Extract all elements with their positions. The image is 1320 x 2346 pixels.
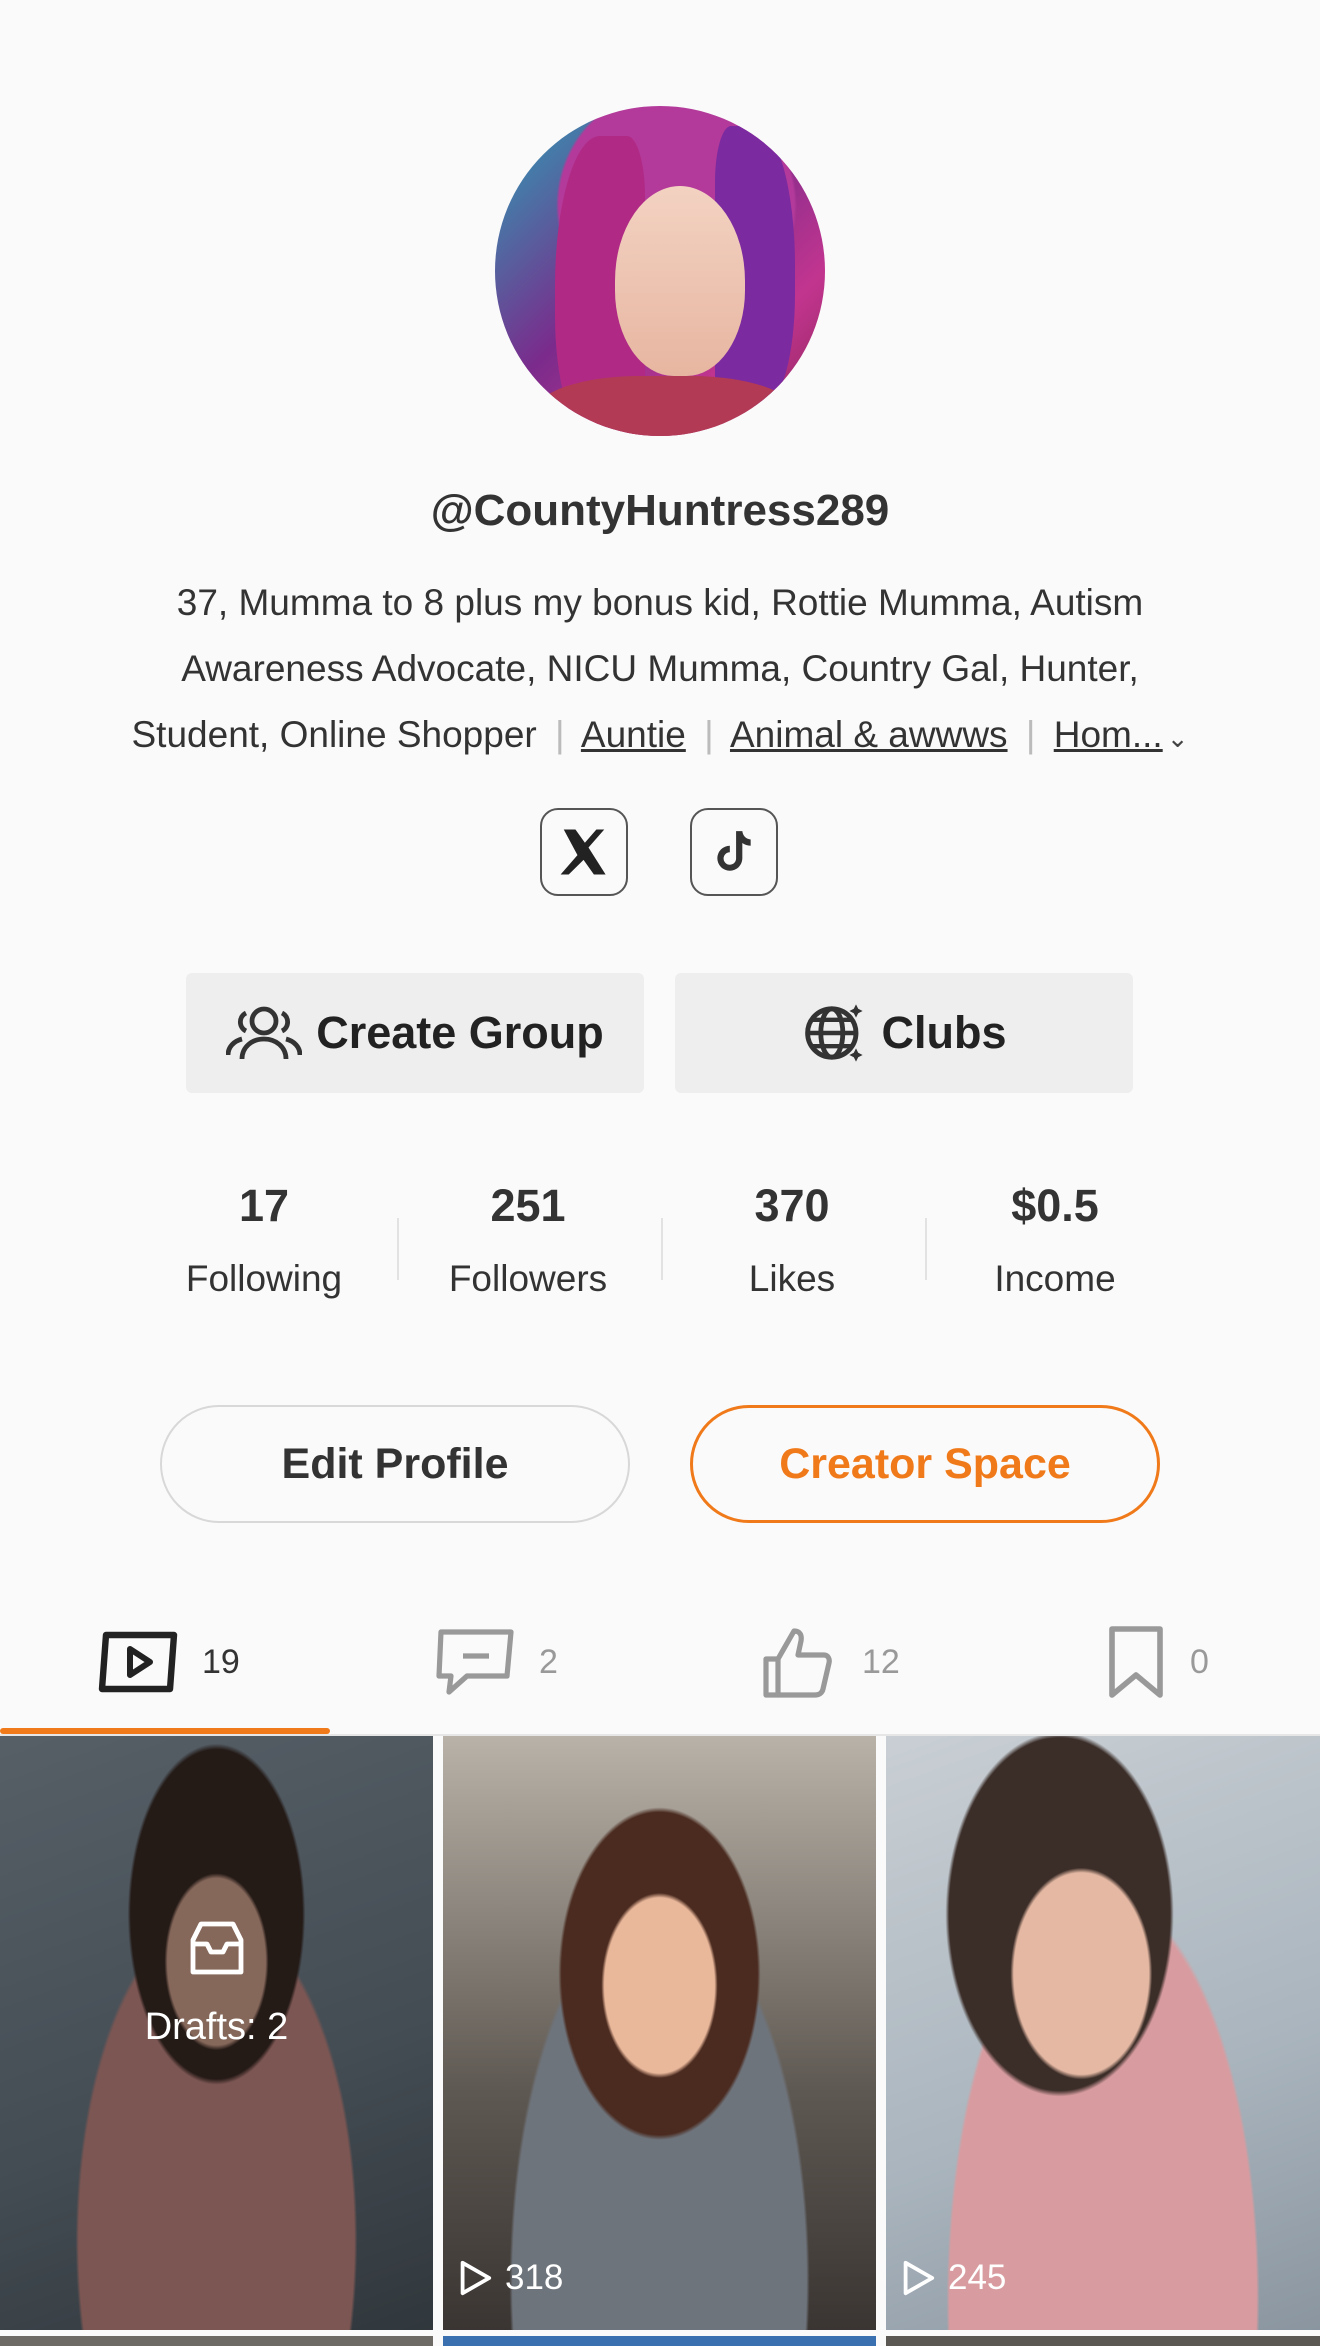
stat-following[interactable]: 17 Following: [144, 1180, 384, 1300]
stat-label: Income: [994, 1258, 1116, 1299]
divider: |: [555, 714, 565, 755]
chevron-down-icon[interactable]: ⌄: [1167, 723, 1189, 753]
stat-label: Followers: [448, 1258, 608, 1299]
stat-label: Following: [185, 1258, 343, 1299]
divider: [925, 1218, 927, 1280]
stat-value: $0.5: [1011, 1180, 1099, 1231]
stat-likes[interactable]: 370 Likes: [672, 1180, 912, 1300]
thumbs-up-icon: [763, 1628, 832, 1698]
tab-videos[interactable]: 19: [98, 1622, 240, 1702]
divider: |: [704, 714, 714, 755]
tab-count: 0: [1190, 1642, 1209, 1681]
stat-value: 17: [238, 1180, 290, 1231]
tab-count: 19: [202, 1642, 240, 1681]
avatar[interactable]: [495, 106, 825, 436]
drafts-label: Drafts: 2: [144, 2006, 289, 2048]
video-play-icon: [98, 1631, 178, 1693]
view-count-value: 245: [948, 2258, 1007, 2297]
edit-profile-button[interactable]: Edit Profile: [160, 1405, 630, 1523]
bio: 37, Mumma to 8 plus my bonus kid, Rottie…: [110, 570, 1210, 771]
tab-likes[interactable]: 12: [760, 1622, 900, 1702]
bookmark-icon: [1109, 1626, 1163, 1698]
stat-followers[interactable]: 251 Followers: [408, 1180, 648, 1300]
tab-count: 12: [862, 1642, 900, 1681]
globe-icon: [805, 1004, 864, 1062]
x-logo-icon: [560, 829, 606, 875]
tiktok-logo-icon: [717, 831, 751, 871]
view-count: 245: [898, 2258, 1006, 2298]
video-tile[interactable]: [0, 2336, 433, 2346]
video-tile[interactable]: [886, 2336, 1320, 2346]
username: @CountyHuntress289: [430, 486, 890, 535]
tab-saved[interactable]: 0: [1106, 1622, 1209, 1702]
video-tile[interactable]: [443, 2336, 876, 2346]
profile-page: @CountyHuntress289 37, Mumma to 8 plus m…: [0, 0, 1320, 2346]
creator-space-button[interactable]: Creator Space: [690, 1405, 1160, 1523]
video-tile[interactable]: [886, 1736, 1320, 2330]
view-count: 318: [455, 2258, 563, 2298]
divider: [661, 1218, 663, 1280]
x-link-button[interactable]: [540, 808, 628, 896]
play-icon: [903, 2260, 935, 2296]
active-tab-indicator: [0, 1728, 330, 1734]
stat-label: Likes: [748, 1258, 836, 1299]
tab-comments[interactable]: 2: [435, 1622, 558, 1702]
divider: [397, 1218, 399, 1280]
divider: |: [1025, 714, 1036, 755]
group-icon: [226, 1006, 303, 1060]
stat-value: 251: [490, 1180, 566, 1231]
create-group-button[interactable]: Create Group: [186, 973, 644, 1093]
stat-income[interactable]: $0.5 Income: [935, 1180, 1175, 1300]
view-count-value: 318: [505, 2258, 564, 2297]
comment-icon: [436, 1629, 514, 1695]
stat-value: 370: [754, 1180, 830, 1231]
bio-tag-home[interactable]: Hom...: [1054, 714, 1163, 755]
clubs-button[interactable]: Clubs: [675, 973, 1133, 1093]
create-group-label: Create Group: [316, 1007, 604, 1058]
drafts-overlay[interactable]: Drafts: 2: [0, 1920, 433, 2049]
bio-tag-auntie[interactable]: Auntie: [581, 714, 686, 755]
tiktok-link-button[interactable]: [690, 808, 778, 896]
inbox-icon: [190, 1921, 243, 1975]
clubs-label: Clubs: [881, 1007, 1007, 1058]
tab-count: 2: [539, 1642, 558, 1681]
video-tile[interactable]: [443, 1736, 876, 2330]
bio-tag-animal[interactable]: Animal & awwws: [730, 714, 1008, 755]
play-icon: [460, 2260, 492, 2296]
